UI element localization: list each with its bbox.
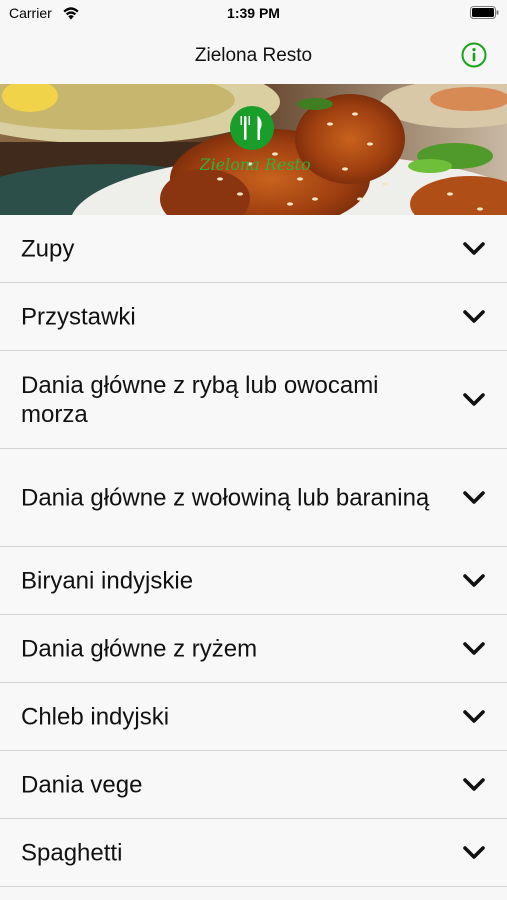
category-label: Spaghetti: [21, 839, 123, 866]
chevron-down-icon: [463, 490, 485, 504]
category-label: Dania główne z wołowiną lub baraniną: [21, 484, 430, 511]
chevron-down-icon: [463, 777, 485, 791]
category-label: Przystawki: [21, 303, 136, 330]
category-label: Dania główne z rybą lub owocami morza: [21, 371, 379, 428]
logo-text: Zielona Resto: [200, 155, 310, 174]
chevron-down-icon: [463, 241, 485, 255]
menu-category-row[interactable]: Dania vege: [0, 751, 507, 819]
category-label: Zupy: [21, 235, 75, 262]
category-label: Chleb indyjski: [21, 703, 170, 730]
page-title: Zielona Resto: [194, 45, 313, 66]
category-label: Biryani indyjskie: [21, 567, 194, 594]
menu-category-list: Zupy Przystawki Dania główne z rybą lub …: [0, 215, 507, 887]
chevron-down-icon: [463, 573, 485, 587]
category-label: Dania główne z ryżem: [21, 635, 258, 662]
menu-category-row[interactable]: Chleb indyjski: [0, 683, 507, 751]
menu-category-row[interactable]: Przystawki: [0, 283, 507, 351]
menu-category-row[interactable]: Spaghetti: [0, 819, 507, 887]
chevron-down-icon: [463, 845, 485, 859]
status-bar: Carrier 1:39 PM: [0, 0, 507, 27]
status-time: 1:39 PM: [227, 5, 280, 21]
chevron-down-icon: [463, 709, 485, 723]
menu-category-row[interactable]: Zupy: [0, 215, 507, 283]
chevron-down-icon: [463, 309, 485, 323]
chevron-down-icon: [463, 641, 485, 655]
info-icon[interactable]: [461, 42, 487, 68]
restaurant-banner-image: Zielona Resto: [0, 84, 507, 215]
chevron-down-icon: [463, 392, 485, 406]
menu-category-row[interactable]: Dania główne z wołowiną lub baraniną: [0, 449, 507, 547]
app-screen: Carrier 1:39 PM Zielona Resto Zielona Re…: [0, 0, 507, 900]
menu-category-row[interactable]: Dania główne z rybą lub owocami morza: [0, 351, 507, 449]
menu-category-row[interactable]: Biryani indyjskie: [0, 547, 507, 615]
battery-icon: [470, 6, 499, 19]
category-label: Dania vege: [21, 771, 143, 798]
menu-category-row[interactable]: Dania główne z ryżem: [0, 615, 507, 683]
navigation-bar: Zielona Resto: [0, 27, 507, 84]
restaurant-logo: Zielona Resto: [200, 106, 310, 174]
